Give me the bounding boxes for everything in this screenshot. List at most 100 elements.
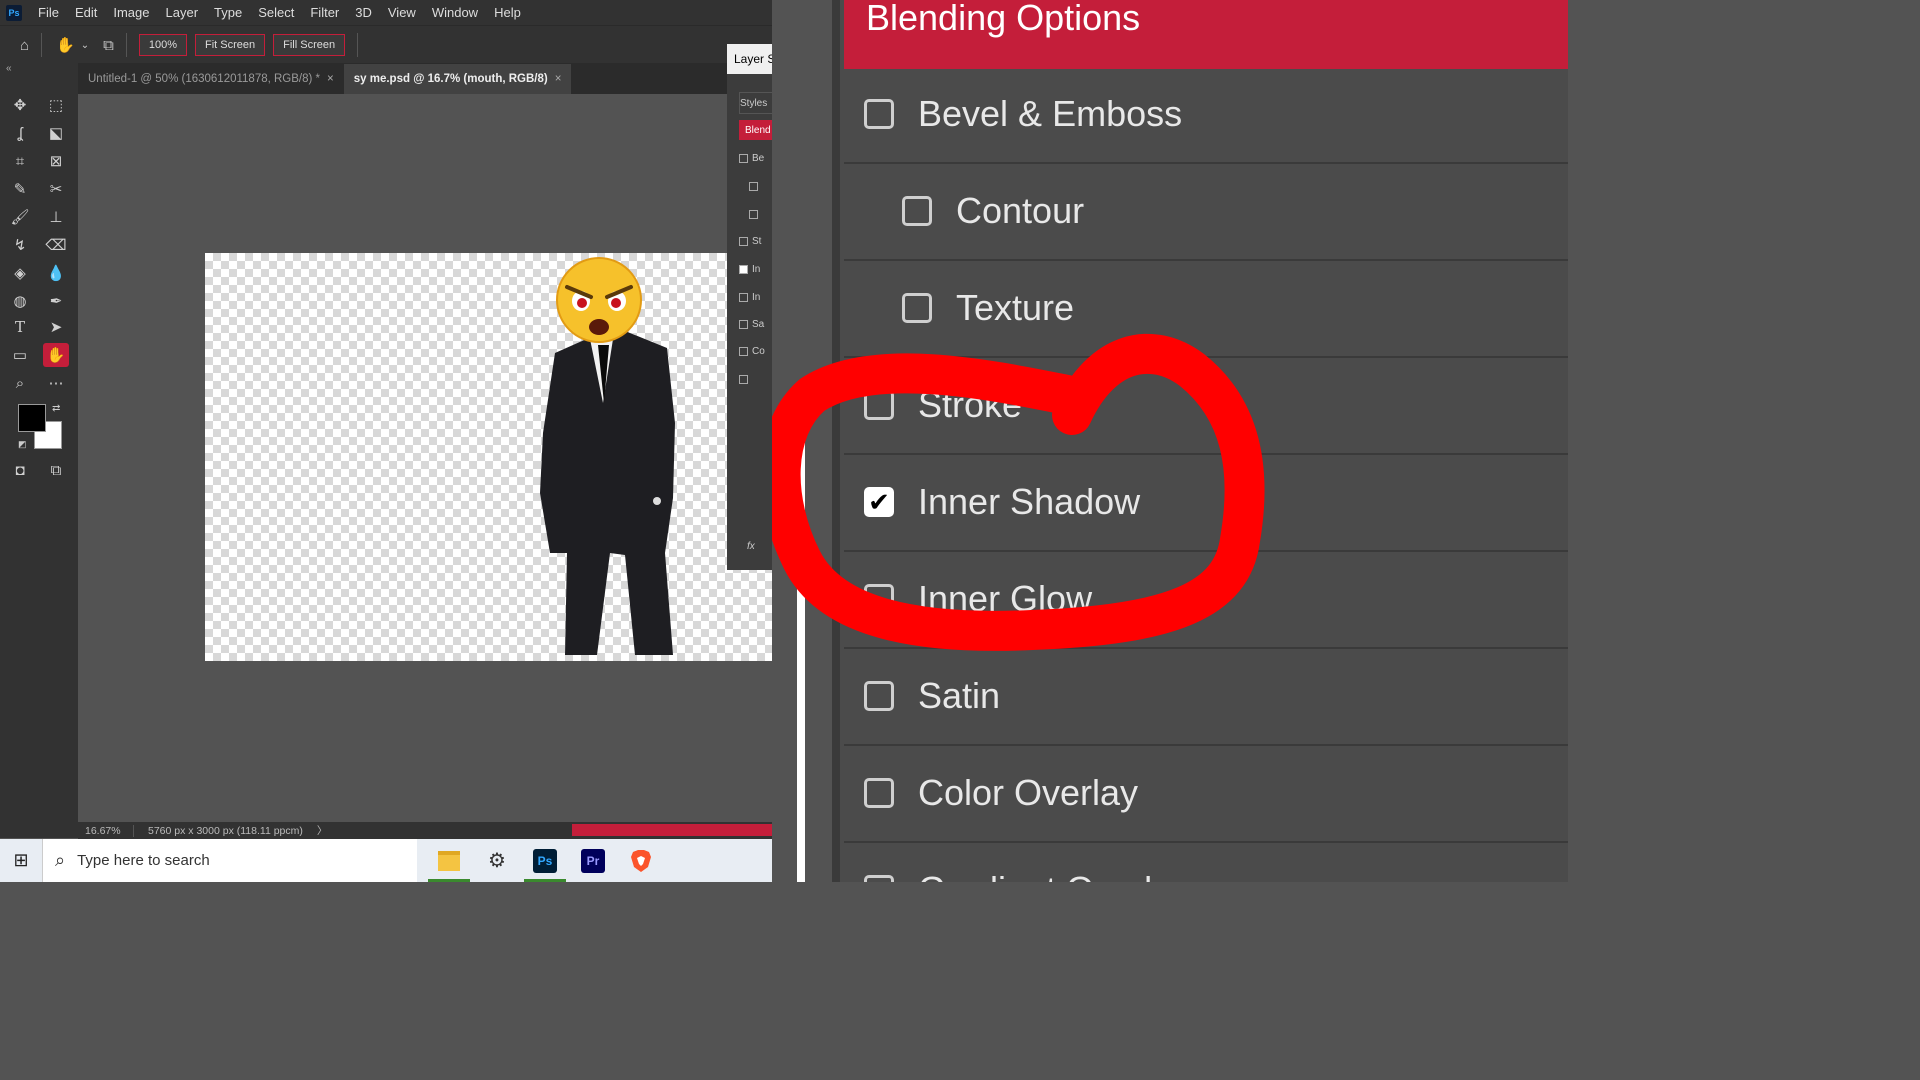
- zoom-tool-icon[interactable]: ⌕: [7, 371, 33, 395]
- menu-file[interactable]: File: [30, 0, 67, 25]
- style-item-inner-glow[interactable]: In: [739, 287, 772, 307]
- status-menu-arrow[interactable]: 〉: [317, 823, 328, 838]
- checkbox-checked[interactable]: [739, 264, 748, 274]
- zoom-item-contour[interactable]: Contour: [844, 163, 1568, 261]
- zoom-item-inner-shadow[interactable]: ✔ Inner Shadow: [844, 454, 1568, 552]
- menu-window[interactable]: Window: [424, 0, 486, 25]
- checkbox[interactable]: [739, 319, 748, 329]
- checkbox[interactable]: [864, 390, 894, 420]
- windows-start-icon[interactable]: ⊞: [0, 839, 42, 882]
- type-tool-icon[interactable]: T: [7, 315, 33, 339]
- chevron-down-icon[interactable]: ⌄: [81, 40, 89, 51]
- zoom-100-button[interactable]: 100%: [138, 34, 187, 56]
- more-tools-icon[interactable]: ⋯: [43, 371, 69, 395]
- premiere-icon[interactable]: Pr: [569, 839, 617, 882]
- lasso-tool-icon[interactable]: ʆ: [7, 121, 33, 145]
- quick-mask-icon[interactable]: ◘: [7, 458, 33, 482]
- foreground-color-swatch[interactable]: [18, 404, 46, 432]
- default-colors-icon[interactable]: ◩: [18, 439, 27, 450]
- swap-colors-icon[interactable]: ⇄: [52, 403, 60, 414]
- screen-mode-icon[interactable]: ⧉: [43, 458, 69, 482]
- healing-tool-icon[interactable]: ✂: [43, 177, 69, 201]
- path-selection-tool-icon[interactable]: ➤: [43, 315, 69, 339]
- home-icon[interactable]: ⌂: [20, 37, 29, 54]
- checkbox[interactable]: [864, 99, 894, 129]
- menu-edit[interactable]: Edit: [67, 0, 105, 25]
- photoshop-icon[interactable]: Ps: [521, 839, 569, 882]
- checkbox[interactable]: [864, 584, 894, 614]
- eraser-tool-icon[interactable]: ⌫: [43, 233, 69, 257]
- checkbox[interactable]: [902, 293, 932, 323]
- checkbox[interactable]: [739, 292, 748, 302]
- checkbox[interactable]: [739, 153, 748, 163]
- checkbox[interactable]: [749, 209, 758, 219]
- checkbox[interactable]: [739, 346, 748, 356]
- style-item-label: Sa: [752, 318, 765, 330]
- style-item-satin[interactable]: Sa: [739, 314, 772, 334]
- zoom-level[interactable]: 16.67%: [78, 824, 134, 837]
- tab-label: Untitled-1 @ 50% (1630612011878, RGB/8) …: [88, 73, 321, 85]
- menu-select[interactable]: Select: [250, 0, 302, 25]
- zoom-item-satin[interactable]: Satin: [844, 648, 1568, 746]
- menu-help[interactable]: Help: [486, 0, 529, 25]
- style-item-inner-shadow[interactable]: In: [739, 259, 772, 279]
- checkbox[interactable]: [864, 681, 894, 711]
- menu-layer[interactable]: Layer: [158, 0, 207, 25]
- clone-stamp-tool-icon[interactable]: ⊥: [43, 205, 69, 229]
- brush-tool-icon[interactable]: 🖌: [7, 205, 33, 229]
- menu-image[interactable]: Image: [105, 0, 157, 25]
- close-icon[interactable]: ×: [555, 73, 562, 85]
- dodge-tool-icon[interactable]: ◍: [7, 289, 33, 313]
- checkbox-checked[interactable]: ✔: [864, 487, 894, 517]
- blur-tool-icon[interactable]: 💧: [43, 261, 69, 285]
- zoom-item-color-overlay[interactable]: Color Overlay: [844, 745, 1568, 843]
- paint-bucket-tool-icon[interactable]: ◈: [7, 261, 33, 285]
- checkbox[interactable]: [739, 374, 748, 384]
- zoom-item-texture[interactable]: Texture: [844, 260, 1568, 358]
- checkbox[interactable]: [864, 875, 894, 882]
- menu-view[interactable]: View: [380, 0, 424, 25]
- fit-screen-button[interactable]: Fit Screen: [195, 34, 266, 56]
- file-explorer-icon[interactable]: [425, 839, 473, 882]
- history-brush-tool-icon[interactable]: ↯: [7, 233, 33, 257]
- pen-tool-icon[interactable]: ✒: [43, 289, 69, 313]
- menu-filter[interactable]: Filter: [302, 0, 347, 25]
- checkbox[interactable]: [739, 236, 748, 246]
- checkbox[interactable]: [902, 196, 932, 226]
- checkbox[interactable]: [749, 181, 758, 191]
- hand-tool-icon[interactable]: ✋: [56, 36, 75, 54]
- document-canvas[interactable]: [205, 253, 772, 661]
- styles-list-header[interactable]: Styles: [739, 92, 774, 114]
- checkbox[interactable]: [864, 778, 894, 808]
- eyedropper-tool-icon[interactable]: ✎: [7, 177, 33, 201]
- blending-options-item[interactable]: Blend: [739, 120, 772, 140]
- settings-icon[interactable]: ⚙: [473, 839, 521, 882]
- progress-bar: [572, 824, 772, 836]
- zoom-item-inner-glow[interactable]: Inner Glow: [844, 551, 1568, 649]
- blending-options-header[interactable]: Blending Options: [844, 0, 1568, 69]
- frame-tool-icon[interactable]: ⊠: [43, 149, 69, 173]
- rectangle-tool-icon[interactable]: ▭: [7, 343, 33, 367]
- zoom-item-stroke[interactable]: Stroke: [844, 357, 1568, 455]
- collapse-icon[interactable]: «: [6, 63, 12, 74]
- style-item-color-overlay[interactable]: Co: [739, 341, 772, 361]
- menu-type[interactable]: Type: [206, 0, 250, 25]
- crop-tool-icon[interactable]: ⌗: [7, 149, 33, 173]
- tab-untitled-1[interactable]: Untitled-1 @ 50% (1630612011878, RGB/8) …: [78, 64, 344, 94]
- fill-screen-button[interactable]: Fill Screen: [273, 34, 346, 56]
- style-item-bevel[interactable]: Be: [739, 148, 772, 168]
- taskbar-search-box[interactable]: ⌕ Type here to search: [42, 839, 417, 882]
- close-icon[interactable]: ×: [327, 73, 334, 85]
- style-item-gradient[interactable]: [739, 369, 772, 389]
- marquee-tool-icon[interactable]: ⬚: [43, 93, 69, 117]
- brave-icon[interactable]: [617, 839, 665, 882]
- style-item-stroke[interactable]: St: [739, 231, 772, 251]
- tab-sy-me[interactable]: sy me.psd @ 16.7% (mouth, RGB/8) ×: [343, 64, 572, 94]
- hand-tool-icon[interactable]: ✋: [43, 343, 69, 367]
- scroll-all-windows-icon[interactable]: ⧉: [103, 37, 114, 54]
- menu-3d[interactable]: 3D: [347, 0, 380, 25]
- zoom-item-bevel-emboss[interactable]: Bevel & Emboss: [844, 66, 1568, 164]
- move-tool-icon[interactable]: ✥: [7, 93, 33, 117]
- object-selection-tool-icon[interactable]: ⬕: [43, 121, 69, 145]
- zoom-item-gradient-overlay[interactable]: Gradient Overlay: [844, 842, 1568, 882]
